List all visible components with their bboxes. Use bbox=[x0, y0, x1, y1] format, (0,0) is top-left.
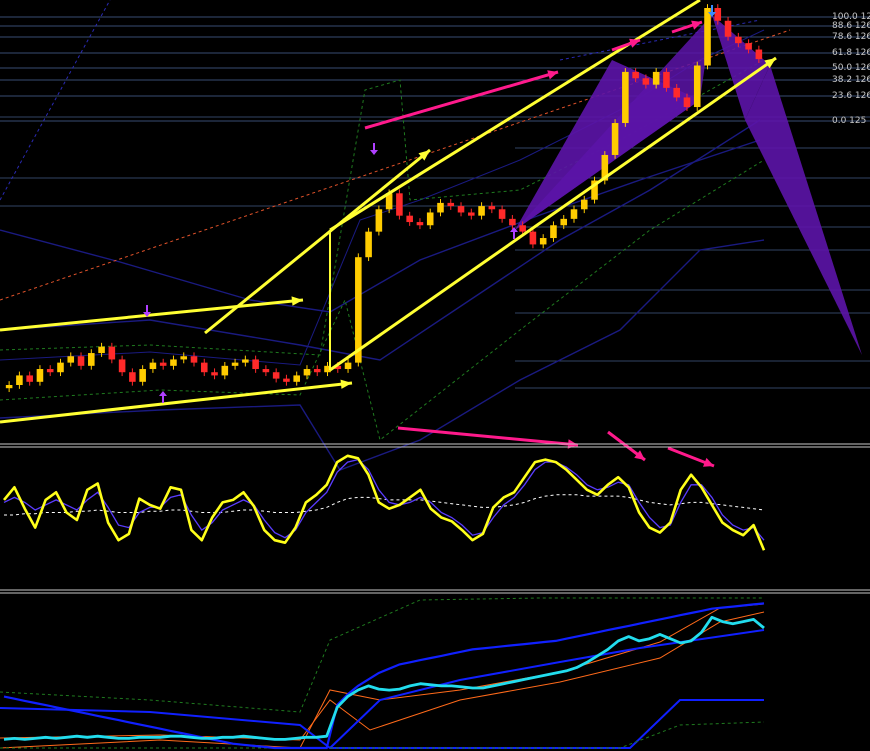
bull-candle bbox=[180, 356, 188, 360]
channel-lower-left bbox=[0, 381, 353, 424]
bear-candle bbox=[509, 218, 516, 226]
harmonic-pattern bbox=[515, 15, 862, 355]
fib-label: 50.0 126 bbox=[832, 63, 870, 73]
bear-candle bbox=[529, 231, 537, 245]
bear-candle bbox=[46, 369, 54, 373]
bear-candle bbox=[313, 369, 321, 373]
bull-candle bbox=[426, 212, 434, 226]
bear-candle bbox=[118, 359, 126, 373]
bull-candle bbox=[550, 225, 557, 239]
bear-candle bbox=[396, 193, 403, 216]
bull-candle bbox=[231, 362, 239, 366]
bull-candle bbox=[303, 369, 311, 376]
fib-label: 23.6 126 bbox=[832, 91, 870, 101]
bull-candle bbox=[16, 375, 23, 385]
bull-candle bbox=[478, 206, 485, 216]
bull-candle bbox=[139, 369, 146, 382]
bull-candle bbox=[560, 218, 568, 226]
bear-candle bbox=[77, 356, 85, 366]
bull-candle bbox=[611, 123, 619, 155]
bear-candle bbox=[159, 362, 167, 366]
bull-candle bbox=[344, 362, 352, 370]
panel-separators bbox=[0, 443, 870, 594]
harmonic-projection bbox=[745, 65, 862, 355]
bear-candle bbox=[457, 206, 465, 213]
bear-candle bbox=[211, 372, 218, 376]
channel-upper-left bbox=[0, 298, 304, 332]
bull-candle bbox=[242, 359, 249, 363]
fib-label: 61.8 126 bbox=[832, 48, 870, 58]
bear-candle bbox=[252, 359, 259, 370]
fibonacci-labels: 100.0 12788.6 12678.6 12661.8 12650.0 12… bbox=[832, 12, 870, 126]
bull-candle bbox=[580, 199, 588, 210]
bear-candle bbox=[745, 43, 752, 50]
bull-candle bbox=[36, 369, 44, 382]
bear-candle bbox=[632, 71, 639, 79]
bear-candle bbox=[488, 206, 496, 210]
bear-candle bbox=[416, 222, 424, 226]
bull-candle bbox=[98, 346, 105, 354]
bull-candle bbox=[704, 8, 711, 66]
divergence-arrow-price-head bbox=[629, 38, 640, 48]
lower-blue-line bbox=[3, 602, 765, 750]
bear-candle bbox=[190, 356, 198, 363]
channel-mid-arrow bbox=[204, 148, 431, 335]
bull-candle bbox=[652, 71, 660, 85]
lower-band-line bbox=[0, 699, 764, 749]
bear-candle bbox=[714, 8, 722, 21]
oscillator-panel bbox=[2, 454, 766, 551]
chart-window: 100.0 12788.6 12678.6 12661.8 12650.0 12… bbox=[0, 0, 870, 751]
bear-candle bbox=[724, 20, 732, 37]
bull-candle bbox=[88, 353, 95, 366]
bear-candle bbox=[283, 378, 290, 382]
bear-candle bbox=[468, 212, 475, 216]
fib-label: 38.2 126 bbox=[832, 75, 870, 85]
bear-candle bbox=[519, 225, 526, 232]
bull-candle bbox=[293, 375, 300, 382]
lower-band-line bbox=[0, 597, 764, 713]
bull-candle bbox=[5, 385, 13, 389]
trend-dotted-line bbox=[0, 0, 111, 201]
bull-candle bbox=[375, 209, 383, 232]
envelope-line bbox=[0, 119, 761, 361]
bear-candle bbox=[673, 87, 680, 98]
bull-candle bbox=[570, 209, 578, 219]
bull-candle bbox=[693, 65, 701, 108]
trading-chart-canvas[interactable]: 100.0 12788.6 12678.6 12661.8 12650.0 12… bbox=[0, 0, 870, 751]
bear-candle bbox=[498, 209, 506, 219]
bear-candle bbox=[683, 97, 691, 108]
fractal-up-marker-head bbox=[159, 391, 167, 396]
bear-candle bbox=[262, 369, 270, 373]
fib-label: 88.6 126 bbox=[832, 21, 870, 31]
bear-candle bbox=[755, 49, 763, 60]
bear-candle bbox=[735, 36, 742, 44]
lower-band-line bbox=[0, 611, 765, 741]
bull-candle bbox=[221, 365, 229, 376]
bull-candle bbox=[622, 71, 629, 124]
lower-indicator-panel bbox=[0, 597, 765, 750]
bear-candle bbox=[642, 78, 650, 85]
bull-candle bbox=[149, 362, 157, 370]
bear-candle bbox=[200, 362, 208, 373]
fib-label: 0.0 125 bbox=[832, 116, 866, 126]
bear-candle bbox=[129, 372, 136, 382]
bear-candle bbox=[406, 215, 413, 223]
bull-candle bbox=[170, 359, 177, 366]
bull-candle bbox=[365, 231, 372, 258]
fib-label: 78.6 126 bbox=[832, 32, 870, 42]
bull-candle bbox=[67, 356, 75, 363]
fractal-markers bbox=[143, 5, 716, 403]
bear-candle bbox=[272, 372, 280, 379]
bull-candle bbox=[437, 202, 444, 213]
oscillator-main-line bbox=[2, 454, 766, 551]
bear-candle bbox=[663, 71, 670, 88]
bear-candle bbox=[26, 375, 33, 382]
bull-candle bbox=[539, 238, 547, 245]
fractal-down-marker-head bbox=[370, 150, 378, 155]
bull-candle bbox=[57, 362, 64, 373]
bear-candle bbox=[108, 346, 116, 360]
bear-candle bbox=[447, 202, 455, 207]
